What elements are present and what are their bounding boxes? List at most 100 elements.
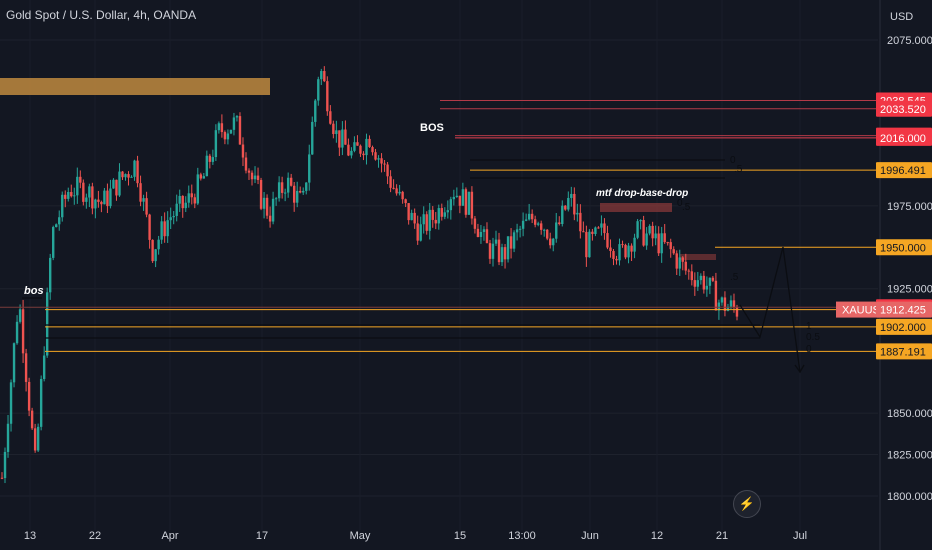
candle-body (476, 228, 480, 238)
candle-body (443, 212, 446, 217)
candle-body (112, 179, 115, 189)
price-chart[interactable]: XAUUSDbosBOSmtf drop-base-drop0.5010.50.… (0, 0, 932, 550)
candle-body (160, 221, 163, 240)
candle-body (67, 192, 70, 199)
annotation-text: 0.5 (806, 332, 820, 343)
candle-body (97, 199, 100, 202)
candle-body (127, 174, 130, 178)
candle-body (193, 197, 196, 204)
candle-body (591, 231, 594, 234)
candle-body (259, 179, 263, 209)
lightning-icon[interactable]: ⚡ (733, 490, 761, 518)
candle-body (169, 217, 172, 221)
candle-body (455, 195, 459, 197)
candle-body (341, 129, 344, 148)
candle-body (52, 227, 55, 258)
candle-body (48, 257, 52, 293)
candle-body (280, 182, 284, 193)
candle-body (506, 236, 510, 260)
x-tick-label: Jul (793, 530, 807, 542)
candle-body (172, 215, 175, 218)
candle-body (573, 193, 576, 215)
candle-body (115, 179, 118, 196)
candle-body (133, 160, 136, 177)
y-tick-label: 1825.000 (887, 450, 932, 462)
price-label: 1887.191 (880, 346, 926, 358)
candle-body (609, 247, 612, 252)
candle-body (326, 81, 329, 112)
candle-body (241, 144, 245, 158)
price-axis: USD 2075.000 1975.000 1925.000 1850.000 1825.… (876, 0, 932, 550)
candle-body (380, 158, 383, 164)
candle-body (585, 232, 588, 258)
candle-body (449, 199, 453, 211)
candle-body (323, 71, 326, 82)
candle-body (645, 233, 648, 246)
candle-body (518, 228, 522, 230)
candle-body (425, 214, 428, 231)
candle-body (178, 195, 181, 204)
candle-body (615, 258, 618, 261)
x-tick-label: 17 (256, 530, 268, 542)
candle-body (109, 188, 112, 207)
candle-body (118, 171, 121, 196)
candle-body (18, 309, 22, 322)
candle-body (440, 208, 443, 217)
candle-body (61, 194, 64, 218)
candle-body (85, 197, 88, 202)
candle-body (398, 191, 401, 194)
candle-body (624, 244, 627, 258)
candle-body (524, 219, 528, 221)
candle-body (12, 343, 16, 383)
candle-body (148, 214, 151, 240)
time-axis: 13 22 Apr 17 May 15 13:00 Jun 12 21 Jul (24, 530, 807, 542)
candle-body (223, 132, 227, 140)
candle-body (277, 182, 281, 199)
candle-body (253, 175, 257, 180)
candle-body (292, 185, 296, 203)
candle-body (332, 123, 335, 135)
x-tick-label: 22 (89, 530, 101, 542)
candle-body (208, 155, 212, 162)
candle-body (485, 229, 489, 244)
candle-body (699, 275, 703, 281)
annotation-text: BOS (420, 122, 444, 134)
candle-body (732, 300, 736, 308)
candle-body (711, 277, 715, 281)
candle-body (479, 231, 483, 238)
candle-body (410, 212, 413, 221)
candle-body (226, 133, 230, 140)
candle-body (136, 160, 139, 184)
candles (0, 66, 739, 484)
candle-body (470, 191, 474, 219)
candle-body (527, 213, 531, 220)
candle-body (588, 231, 591, 258)
candle-body (30, 410, 34, 429)
candle-body (597, 227, 600, 229)
price-label: 1912.425 (880, 305, 926, 317)
candle-body (15, 321, 19, 344)
drawings: XAUUSDbosBOSmtf drop-base-drop0.5010.50.… (0, 99, 888, 374)
candle-body (612, 251, 615, 259)
x-tick-label: 21 (716, 530, 728, 542)
candle-body (88, 186, 91, 198)
candle-body (675, 253, 678, 269)
candle-body (552, 238, 555, 246)
candle-body (296, 190, 299, 203)
candle-body (3, 451, 7, 479)
candle-body (576, 212, 579, 215)
candle-body (561, 205, 564, 224)
candle-body (696, 280, 700, 287)
candle-body (314, 100, 317, 122)
candle-body (377, 158, 380, 160)
candle-body (404, 199, 407, 204)
currency-label: USD (890, 11, 913, 23)
candle-body (720, 297, 724, 303)
x-tick-label: Jun (581, 530, 599, 542)
annotation-text: bos (24, 285, 44, 297)
candle-body (100, 201, 103, 205)
candle-body (139, 183, 142, 202)
candle-body (265, 197, 269, 216)
candle-body (618, 244, 621, 261)
candle-body (606, 233, 609, 248)
